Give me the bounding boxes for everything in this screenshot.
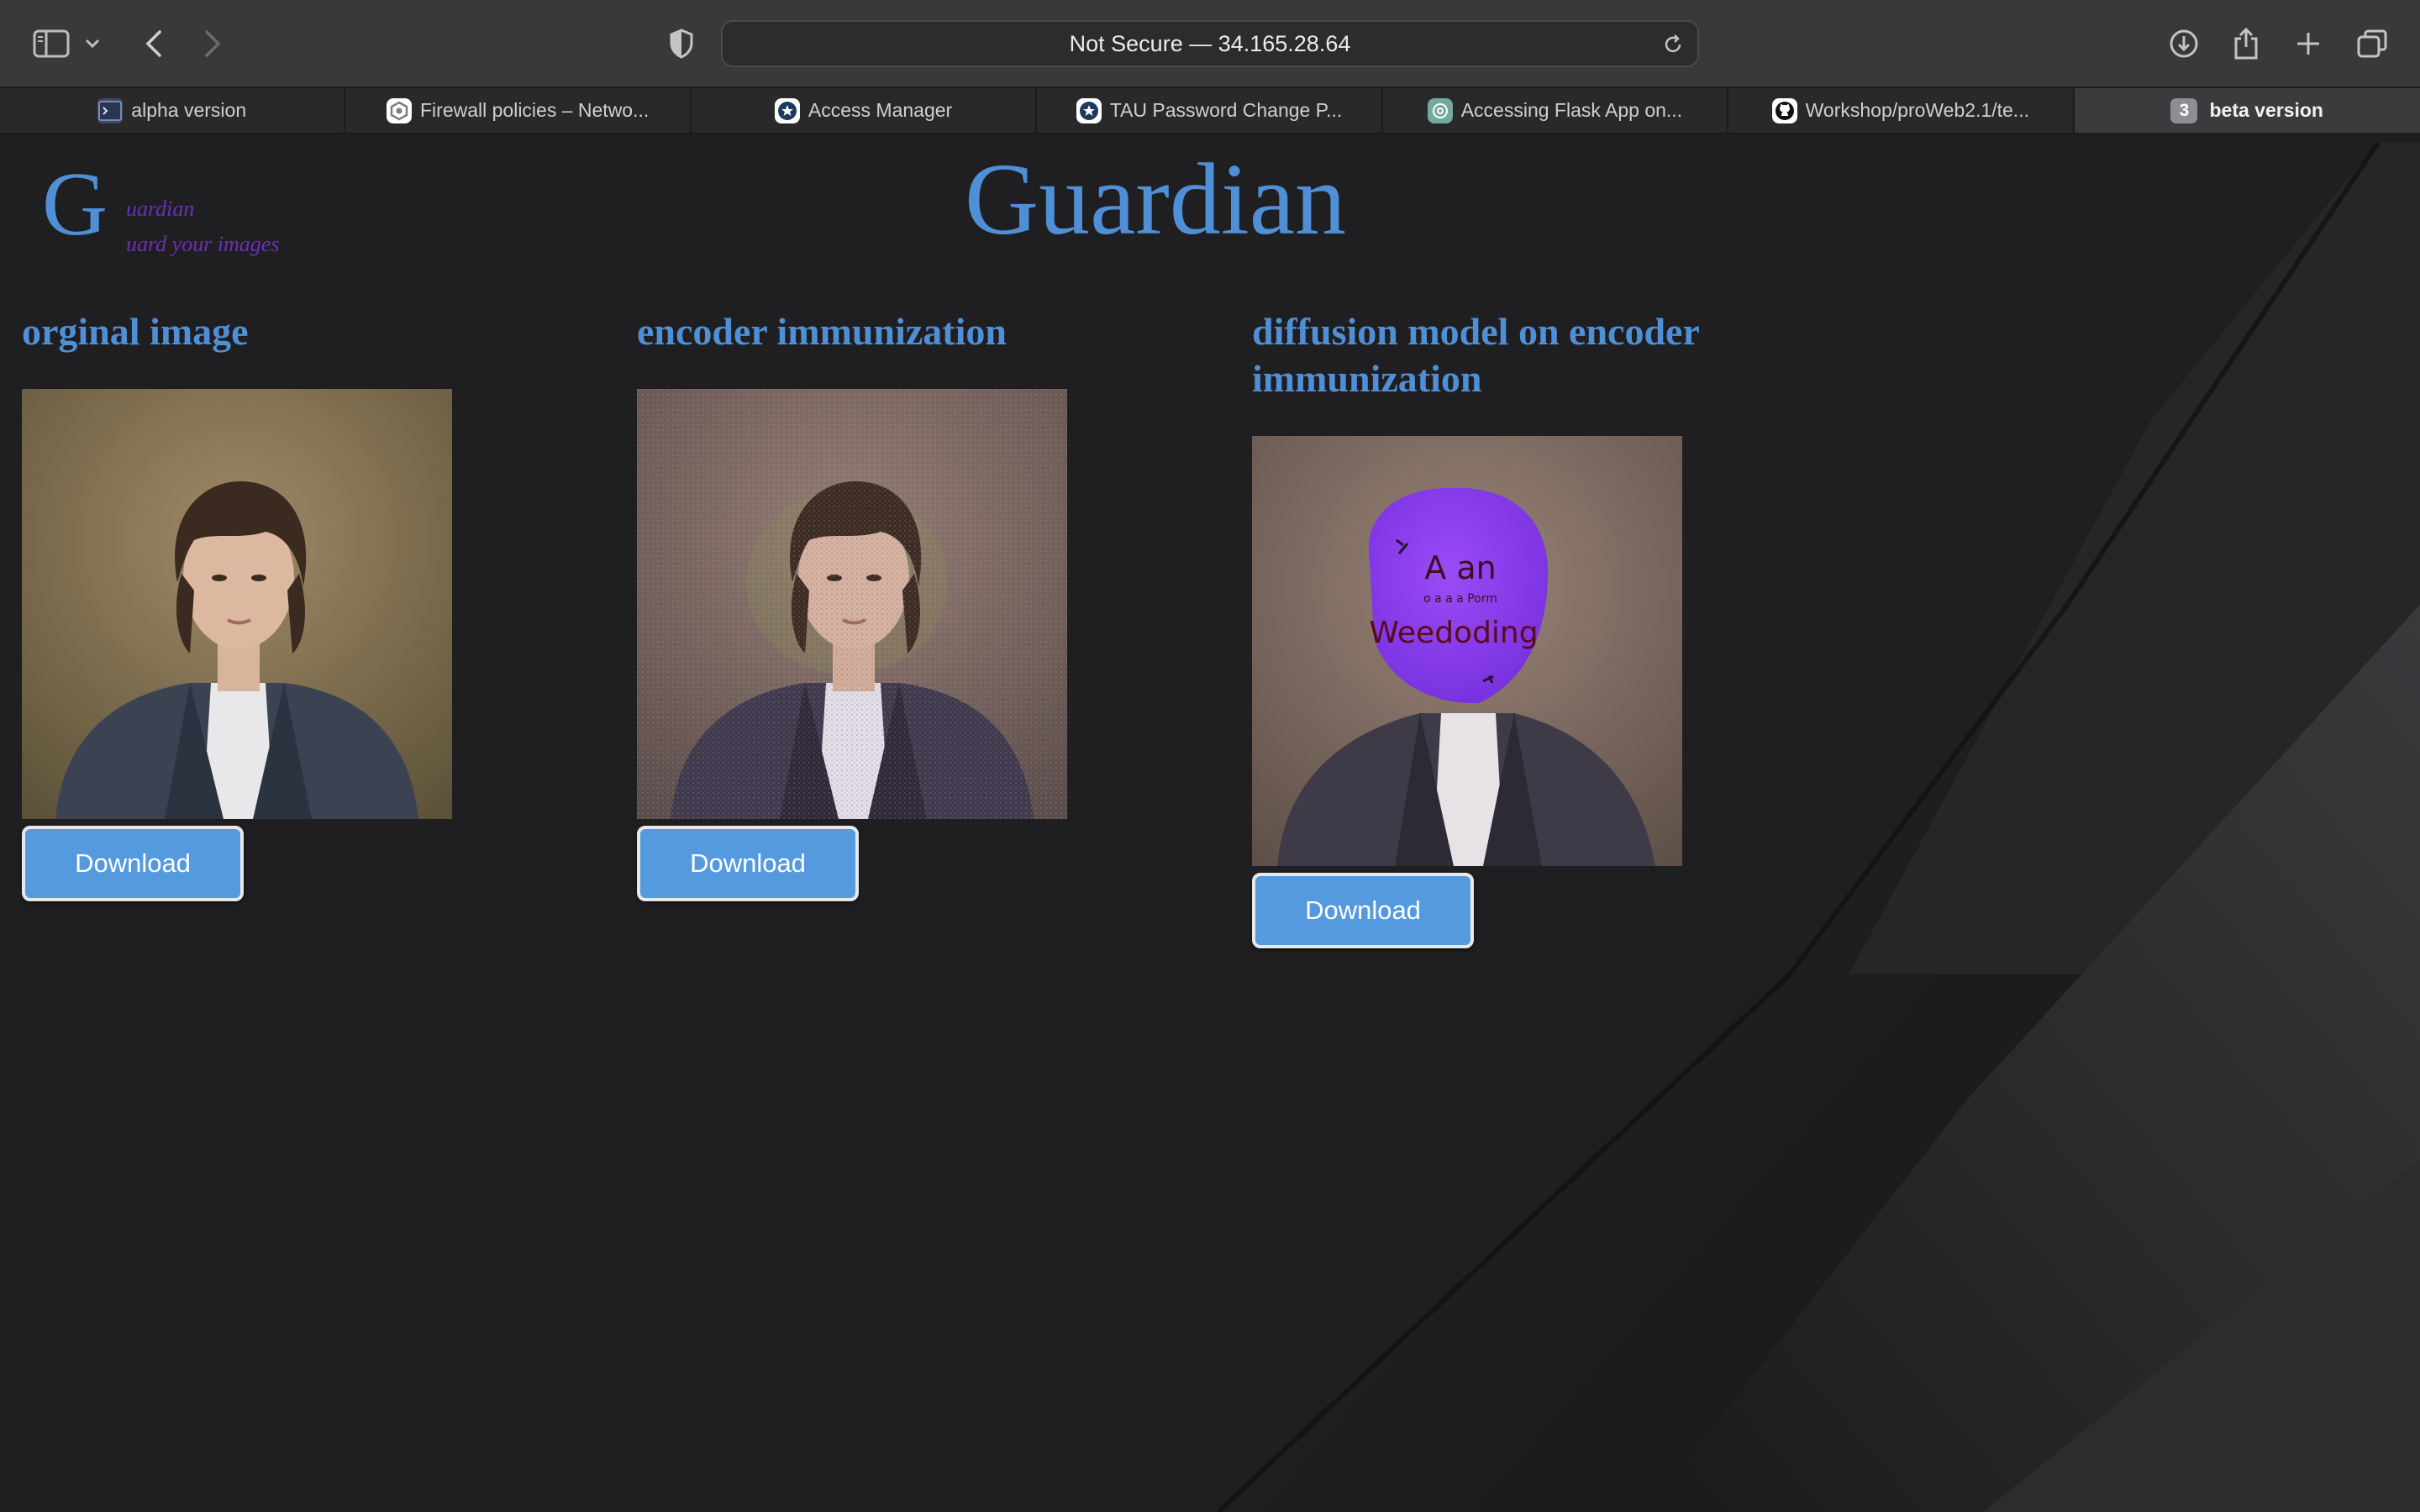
tab-label: Access Manager [808, 99, 953, 121]
tab-label: Accessing Flask App on... [1460, 99, 1683, 121]
chevron-down-icon[interactable] [76, 23, 109, 65]
diffusion-model-section: diffusion model on encoder immunization [1252, 308, 1790, 948]
tab-group-count-badge: 3 [2170, 97, 2198, 123]
diffusion-output-image: A an o a a a Porm Weedoding [1252, 436, 1682, 866]
terminal-favicon-icon [97, 97, 124, 123]
tab-flask-app[interactable]: Accessing Flask App on... [1383, 88, 1729, 133]
tab-label: Firewall policies – Netwo... [420, 99, 650, 121]
address-bar[interactable]: Not Secure — 34.165.28.64 [721, 20, 1699, 67]
back-arrow-icon[interactable] [133, 23, 175, 65]
overlay-text-line-3: Weedoding [1369, 616, 1538, 650]
browser-toolbar: Not Secure — 34.165.28.64 [0, 0, 2420, 87]
download-original-button[interactable]: Download [22, 826, 244, 901]
logo-line-2: uard your images [126, 232, 280, 256]
forward-arrow-icon[interactable] [192, 23, 234, 65]
url-text: Not Secure — 34.165.28.64 [1069, 30, 1351, 56]
tab-overview-icon[interactable] [2351, 23, 2393, 65]
tau-favicon-icon [1076, 97, 1102, 123]
section-title: encoder immunization [637, 310, 1007, 353]
downloads-icon[interactable] [2163, 23, 2205, 65]
share-icon[interactable] [2225, 23, 2267, 65]
privacy-shield-icon[interactable] [660, 23, 702, 65]
web-page: G uardian uard your images Guardian orgi… [0, 134, 2420, 1512]
github-favicon-icon [1771, 97, 1797, 123]
tab-bar: alpha version Firewall policies – Netwo.… [0, 87, 2420, 134]
encoder-immunized-portrait-image [637, 389, 1067, 819]
tab-label: beta version [2209, 99, 2323, 121]
tab-tau-password[interactable]: TAU Password Change P... [1037, 88, 1383, 133]
page-title: Guardian [965, 143, 1346, 256]
tab-firewall-policies[interactable]: Firewall policies – Netwo... [345, 88, 692, 133]
tab-label: alpha version [131, 99, 247, 121]
tab-github-workshop[interactable]: Workshop/proWeb2.1/te... [1728, 88, 2075, 133]
new-tab-plus-icon[interactable] [2287, 23, 2329, 65]
tab-label: Workshop/proWeb2.1/te... [1805, 99, 2029, 121]
tab-alpha-version[interactable]: alpha version [0, 88, 346, 133]
section-title: diffusion model on encoder immunization [1252, 310, 1700, 400]
download-encoder-button[interactable]: Download [637, 826, 859, 901]
reload-icon[interactable] [1657, 29, 1689, 60]
tab-beta-version[interactable]: 3 beta version [2074, 88, 2420, 133]
logo-letter: G [42, 155, 108, 255]
gcp-favicon-icon [387, 97, 412, 123]
guardian-logo: G uardian uard your images [42, 160, 311, 269]
overlay-text-line-2: o a a a Porm [1423, 592, 1497, 606]
original-portrait-image [22, 389, 452, 819]
encoder-immunization-section: encoder immunization Download [637, 308, 1175, 901]
logo-line-1: uardian [126, 197, 195, 221]
tab-access-manager[interactable]: Access Manager [692, 88, 1038, 133]
chatgpt-favicon-icon [1427, 97, 1453, 123]
section-title: orginal image [22, 310, 249, 353]
tab-label: TAU Password Change P... [1109, 99, 1343, 121]
sidebar-toggle-icon[interactable] [30, 23, 72, 65]
access-manager-favicon-icon [774, 97, 800, 123]
overlay-text-line-1: A an [1424, 549, 1496, 586]
download-diffusion-button[interactable]: Download [1252, 873, 1474, 948]
original-image-section: orginal image Download [22, 308, 560, 901]
